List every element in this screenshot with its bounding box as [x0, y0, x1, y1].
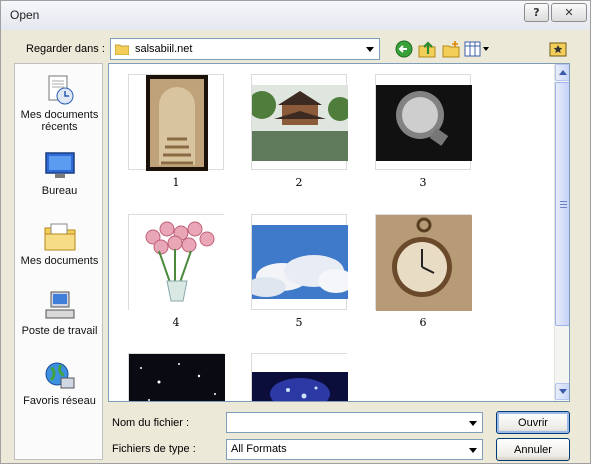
file-name-field[interactable] — [226, 412, 483, 433]
file-name: 2 — [295, 176, 303, 189]
file-name-label: Nom du fichier : — [112, 417, 190, 429]
light-bulb-photo — [376, 85, 472, 161]
look-in-dropdown[interactable]: salsabiil.net — [110, 38, 380, 60]
starry-night-photo — [129, 354, 225, 401]
chevron-up-icon — [559, 70, 567, 75]
window-title: Open — [10, 8, 40, 22]
file-thumbnail[interactable] — [251, 353, 348, 401]
up-folder-icon — [418, 41, 436, 58]
scroll-up-button[interactable] — [555, 64, 569, 81]
favorites-button[interactable] — [548, 39, 568, 59]
open-dialog: Open ? ✕ Regarder dans : salsabiil.net M… — [0, 0, 591, 464]
place-my-documents[interactable]: Mes documents — [15, 220, 104, 267]
file-thumbnail[interactable] — [375, 214, 472, 311]
close-button[interactable]: ✕ — [551, 3, 587, 22]
look-in-value: salsabiil.net — [135, 43, 193, 55]
recent-documents-icon — [48, 75, 73, 105]
new-folder-icon — [442, 41, 460, 58]
file-type-dropdown[interactable]: All Formats — [226, 439, 483, 460]
view-menu-button[interactable] — [464, 39, 490, 59]
chevron-down-icon[interactable] — [362, 41, 377, 57]
title-bar: Open ? ✕ — [1, 1, 590, 30]
file-thumbnail[interactable] — [251, 74, 348, 170]
vertical-scrollbar[interactable] — [554, 64, 569, 401]
place-my-computer[interactable]: Poste de travail — [15, 290, 104, 337]
file-name: 6 — [419, 316, 427, 329]
clouds-photo — [252, 225, 348, 299]
close-icon: ✕ — [564, 6, 574, 19]
place-label-my-computer: Poste de travail — [21, 325, 98, 337]
file-name: 4 — [172, 316, 180, 329]
file-thumbnail[interactable] — [128, 74, 224, 171]
place-recent-documents[interactable]: Mes documents récents — [15, 74, 104, 133]
back-arrow-icon — [395, 40, 413, 58]
places-bar: Mes documents récents Bureau Mes documen… — [14, 63, 103, 460]
place-desktop[interactable]: Bureau — [15, 150, 104, 197]
place-network[interactable]: Favoris réseau — [15, 360, 104, 407]
chevron-down-icon[interactable] — [465, 415, 480, 431]
network-places-icon — [45, 362, 74, 389]
place-label-my-documents: Mes documents — [20, 255, 99, 267]
pocket-watch-photo — [376, 215, 472, 311]
scroll-thumb[interactable] — [555, 82, 569, 326]
place-label-desktop: Bureau — [41, 185, 78, 197]
open-button[interactable]: Ouvrir — [496, 411, 570, 434]
folder-icon — [115, 44, 129, 55]
place-label-network: Favoris réseau — [23, 395, 96, 407]
look-in-label: Regarder dans : — [26, 43, 105, 55]
my-computer-icon — [45, 291, 74, 319]
back-button[interactable] — [394, 39, 414, 59]
desktop-icon — [44, 152, 75, 178]
up-folder-button[interactable] — [417, 39, 437, 59]
help-icon: ? — [533, 6, 540, 19]
my-documents-icon — [44, 223, 75, 251]
file-name: 5 — [295, 316, 303, 329]
file-type-value: All Formats — [231, 443, 287, 455]
staircase-photo — [146, 75, 208, 171]
favorite-folder-icon — [549, 42, 567, 57]
scroll-down-button[interactable] — [555, 383, 569, 400]
chevron-down-icon — [559, 389, 567, 394]
nebula-photo — [252, 354, 348, 401]
file-thumbnail[interactable] — [375, 74, 472, 170]
pavilion-photo — [252, 85, 348, 161]
file-type-label: Fichiers de type : — [112, 443, 196, 455]
help-button[interactable]: ? — [524, 3, 549, 22]
view-menu-icon — [464, 41, 489, 57]
new-folder-button[interactable] — [441, 39, 461, 59]
place-label-recent: Mes documents récents — [20, 109, 99, 133]
roses-photo — [129, 215, 225, 311]
file-name: 1 — [172, 176, 180, 189]
file-name: 3 — [419, 176, 427, 189]
file-thumbnail[interactable] — [251, 214, 348, 310]
file-thumbnail[interactable] — [128, 353, 225, 401]
file-list: 1 2 3 4 5 6 — [108, 63, 570, 402]
file-thumbnail[interactable] — [128, 214, 225, 311]
cancel-button[interactable]: Annuler — [496, 438, 570, 461]
chevron-down-icon[interactable] — [465, 442, 480, 458]
